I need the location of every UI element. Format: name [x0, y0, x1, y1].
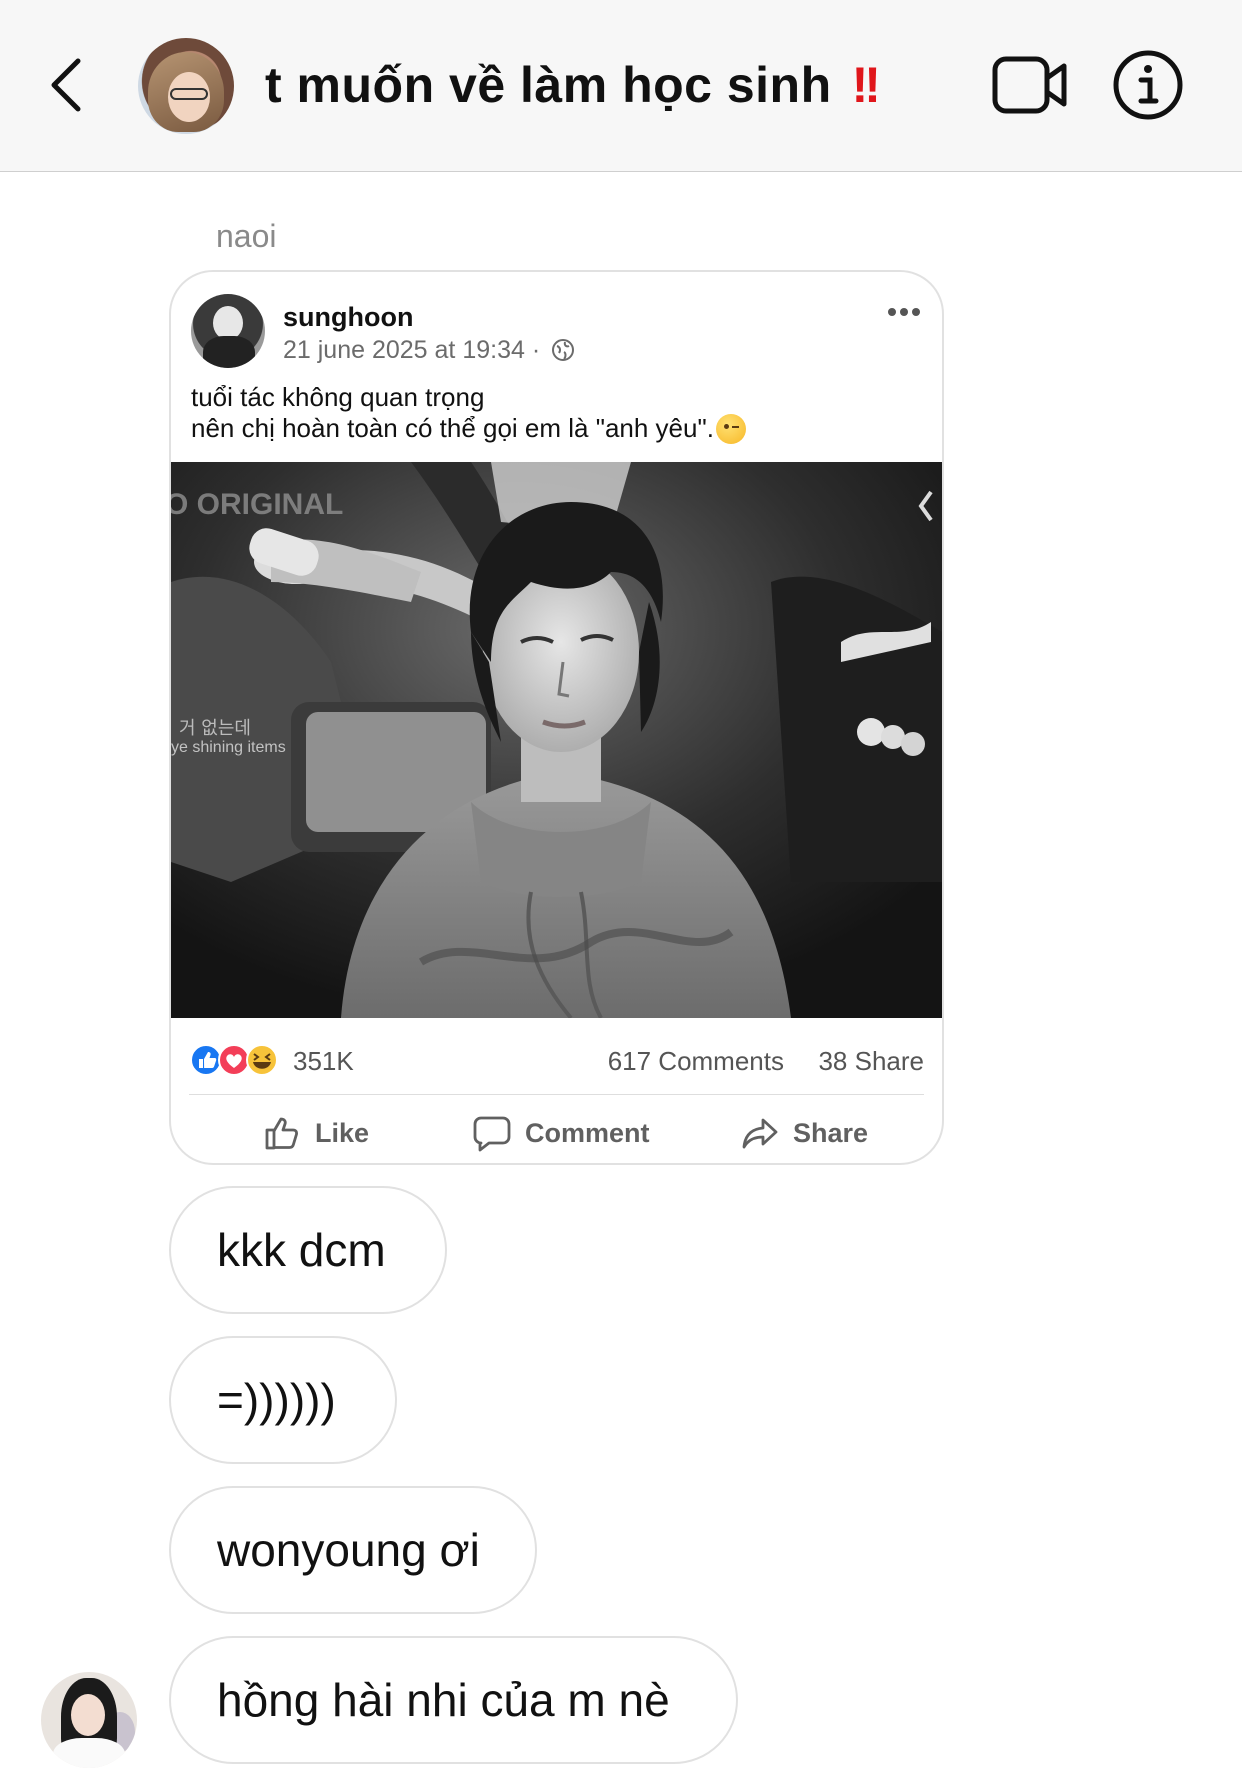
- post-caption-line-1: tuổi tác không quan trọng: [191, 382, 485, 412]
- back-button[interactable]: [44, 55, 88, 115]
- chat-header: t muốn về làm học sinh!!: [0, 0, 1242, 172]
- reaction-icons[interactable]: [189, 1043, 285, 1077]
- post-author-name[interactable]: sunghoon: [283, 302, 413, 333]
- post-date-text: 21 june 2025 at 19:34 ·: [283, 336, 541, 364]
- chat-title[interactable]: t muốn về làm học sinh!!: [265, 56, 881, 114]
- chat-avatar[interactable]: [138, 38, 234, 134]
- globe-icon: [552, 339, 575, 361]
- love-reaction-icon: [218, 1044, 250, 1076]
- photo-overlay-korean: 거 없는데: [179, 718, 251, 739]
- reaction-count[interactable]: 351K: [293, 1046, 354, 1077]
- message-text: kkk dcm: [217, 1224, 386, 1276]
- post-caption-line-2: nên chị hoàn toàn có thể gọi em là "anh …: [191, 413, 714, 443]
- video-camera-icon: [992, 56, 1067, 114]
- sender-name: naoi: [216, 218, 277, 254]
- post-photo[interactable]: O ORIGINAL 거 없는데 ye shining items: [171, 462, 942, 1018]
- sender-avatar[interactable]: [41, 1672, 137, 1768]
- wink-emoji-icon: [715, 414, 746, 444]
- photo-overlay-english: ye shining items: [171, 739, 286, 756]
- message-text: wonyoung ơi: [217, 1524, 480, 1576]
- message-text: hồng hài nhi của m nè: [217, 1674, 670, 1726]
- post-share-button[interactable]: Share: [741, 1110, 868, 1156]
- message-text: =)))))): [217, 1374, 336, 1426]
- post-date: 21 june 2025 at 19:34 ·: [283, 336, 575, 365]
- share-label: Share: [793, 1117, 869, 1148]
- chat-title-text: t muốn về làm học sinh: [265, 57, 832, 113]
- like-reaction-icon: [190, 1044, 222, 1076]
- comment-label: Comment: [525, 1117, 650, 1148]
- post-divider: [189, 1094, 924, 1095]
- like-label: Like: [315, 1117, 370, 1148]
- chevron-left-icon: [51, 58, 81, 112]
- info-button[interactable]: [1112, 49, 1184, 121]
- post-reactions-row: 351K 617 Comments 38 Share: [189, 1040, 924, 1080]
- post-like-button[interactable]: Like: [263, 1110, 369, 1156]
- message-bubble[interactable]: wonyoung ơi: [169, 1486, 537, 1614]
- post-caption: tuổi tác không quan trọng nên chị hoàn t…: [191, 382, 746, 444]
- info-icon: [1113, 50, 1183, 120]
- message-bubble[interactable]: =)))))): [169, 1336, 397, 1464]
- post-author-avatar[interactable]: [191, 294, 265, 368]
- shared-post-card[interactable]: sunghoon 21 june 2025 at 19:34 · tuổi tá…: [169, 270, 944, 1165]
- video-call-button[interactable]: [992, 54, 1068, 116]
- haha-reaction-icon: [246, 1044, 278, 1076]
- message-bubble[interactable]: kkk dcm: [169, 1186, 447, 1314]
- share-arrow-icon: [742, 1118, 778, 1149]
- comments-count[interactable]: 617 Comments: [608, 1046, 784, 1077]
- post-more-button[interactable]: [884, 304, 924, 320]
- speech-bubble-icon: [473, 1116, 511, 1152]
- double-exclamation-emoji: !!: [851, 57, 881, 113]
- shares-count[interactable]: 38 Share: [818, 1046, 924, 1077]
- message-bubble[interactable]: hồng hài nhi của m nè: [169, 1636, 738, 1764]
- post-comment-button[interactable]: Comment: [473, 1110, 650, 1156]
- photo-overlay-original: O ORIGINAL: [171, 488, 343, 521]
- more-dots-icon: [888, 308, 920, 316]
- thumbs-up-icon: [265, 1117, 298, 1150]
